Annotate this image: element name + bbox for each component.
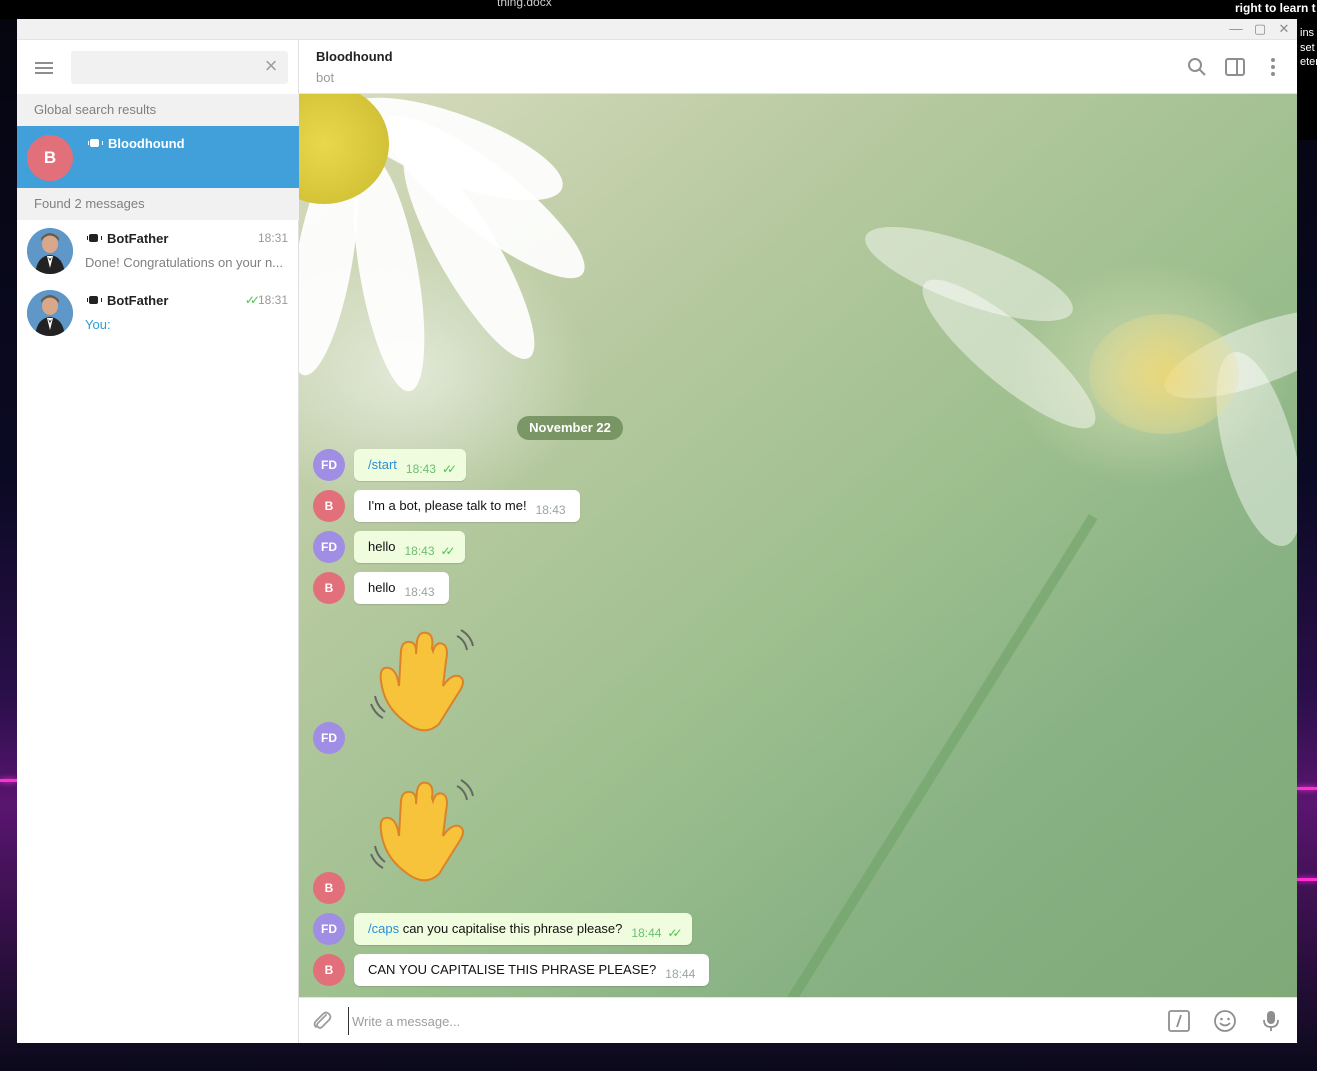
global-search-results-header: Global search results (17, 94, 299, 126)
close-icon[interactable]: ✕ (1275, 21, 1293, 37)
found-message-item[interactable]: BotFather 18:31 Done! Congratulations on… (17, 220, 299, 282)
message-bubble[interactable]: CAN YOU CAPITALISE THIS PHRASE PLEASE? 18… (354, 954, 710, 986)
message-input[interactable] (348, 1007, 1128, 1035)
read-checkmarks-icon: ✓✓ (441, 462, 457, 476)
desktop-window-title: thing.docx (497, 0, 552, 9)
avatar[interactable]: FD (313, 722, 345, 754)
bot-icon (87, 295, 102, 306)
chat-list-sidebar: × Global search results B Bloodhound Fou… (17, 40, 299, 1043)
global-result-bloodhound[interactable]: B Bloodhound (17, 126, 299, 188)
chat-name: BotFather (87, 231, 168, 246)
bot-command-icon[interactable] (1167, 1009, 1191, 1033)
desktop-fragment: set (1300, 42, 1315, 54)
minimize-icon[interactable]: — (1227, 21, 1245, 37)
message-time: 18:43 (404, 585, 435, 599)
chat-history: November 22 FD /start 18:43 ✓✓ B I'm a bot… (299, 94, 1297, 997)
chat-title[interactable]: Bloodhound (316, 49, 393, 64)
message-time: 18:44 (631, 926, 662, 940)
avatar[interactable]: B (313, 572, 345, 604)
avatar[interactable]: FD (313, 531, 345, 563)
message-text: I'm a bot, please talk to me! (368, 498, 527, 513)
chat-header: Bloodhound bot (299, 40, 1297, 94)
desktop-corner-text: right to learn t (1235, 1, 1316, 15)
avatar[interactable]: FD (313, 449, 345, 481)
found-message-item[interactable]: BotFather ✓✓ 18:31 You: (17, 282, 299, 344)
avatar[interactable]: B (313, 954, 345, 986)
message-time: 18:44 (665, 967, 696, 981)
telegram-window: — ▢ ✕ × Global search results B Bloodhou… (17, 19, 1297, 1043)
desktop-top-bar (0, 0, 1317, 19)
read-checkmarks-icon: ✓✓ (244, 293, 260, 307)
waving-hand-sticker[interactable] (369, 626, 479, 746)
desktop-neon-line (1297, 878, 1317, 881)
bot-command-link[interactable]: /caps (368, 921, 399, 936)
search-input[interactable] (71, 51, 251, 84)
message-bubble[interactable]: hello 18:43 ✓✓ (354, 531, 465, 563)
emoji-icon[interactable] (1213, 1009, 1237, 1033)
message-preview: You: (85, 317, 111, 332)
message-bubble[interactable]: /start 18:43 ✓✓ (354, 449, 467, 481)
message-bubble[interactable]: /caps can you capitalise this phrase ple… (354, 913, 692, 945)
microphone-icon[interactable] (1259, 1009, 1283, 1033)
message-time: 18:31 (257, 293, 288, 307)
avatar[interactable]: B (313, 490, 345, 522)
botfather-avatar (27, 228, 73, 274)
botfather-avatar (27, 290, 73, 336)
read-checkmarks-icon: ✓✓ (440, 544, 456, 558)
message-text: hello (368, 580, 396, 595)
desktop-fragment: ins (1300, 27, 1315, 39)
message-time: 18:43 (535, 503, 566, 517)
clear-search-icon[interactable]: × (262, 55, 280, 77)
desktop-neon-line (1297, 787, 1317, 790)
message-time: 18:43 (405, 462, 436, 476)
message-bubble[interactable]: hello 18:43 (354, 572, 449, 604)
message-text: can you capitalise this phrase please? (399, 921, 623, 936)
message-composer (299, 997, 1297, 1043)
desktop-neon-line (0, 779, 17, 782)
search-icon[interactable] (1186, 56, 1208, 78)
found-messages-header: Found 2 messages (17, 188, 299, 220)
waving-hand-sticker[interactable] (369, 776, 479, 896)
message-time: 18:31 (257, 231, 288, 245)
sidebar-toggle-icon[interactable] (1224, 56, 1246, 78)
message-text: CAN YOU CAPITALISE THIS PHRASE PLEASE? (368, 962, 657, 977)
attach-icon[interactable] (310, 1009, 334, 1033)
window-titlebar: — ▢ ✕ (17, 19, 1297, 40)
message-bubble[interactable]: I'm a bot, please talk to me! 18:43 (354, 490, 580, 522)
chat-name: BotFather (87, 293, 168, 308)
more-icon[interactable] (1262, 56, 1284, 78)
message-time: 18:43 (404, 544, 435, 558)
avatar[interactable]: FD (313, 913, 345, 945)
desktop-fragment: eter (1300, 56, 1317, 68)
chat-name: Bloodhound (88, 136, 185, 151)
message-preview: Done! Congratulations on your n... (85, 255, 284, 270)
message-text: hello (368, 539, 396, 554)
avatar: B (27, 135, 73, 181)
read-checkmarks-icon: ✓✓ (667, 926, 682, 940)
maximize-icon[interactable]: ▢ (1251, 21, 1269, 37)
hamburger-menu-icon[interactable] (32, 58, 56, 78)
date-separator: November 22 (517, 416, 623, 440)
avatar[interactable]: B (313, 872, 345, 904)
bot-icon (88, 138, 103, 149)
chat-subtitle: bot (316, 70, 335, 85)
search-field[interactable]: × (71, 51, 288, 84)
bot-icon (87, 233, 102, 244)
bot-command-link[interactable]: /start (368, 457, 397, 472)
